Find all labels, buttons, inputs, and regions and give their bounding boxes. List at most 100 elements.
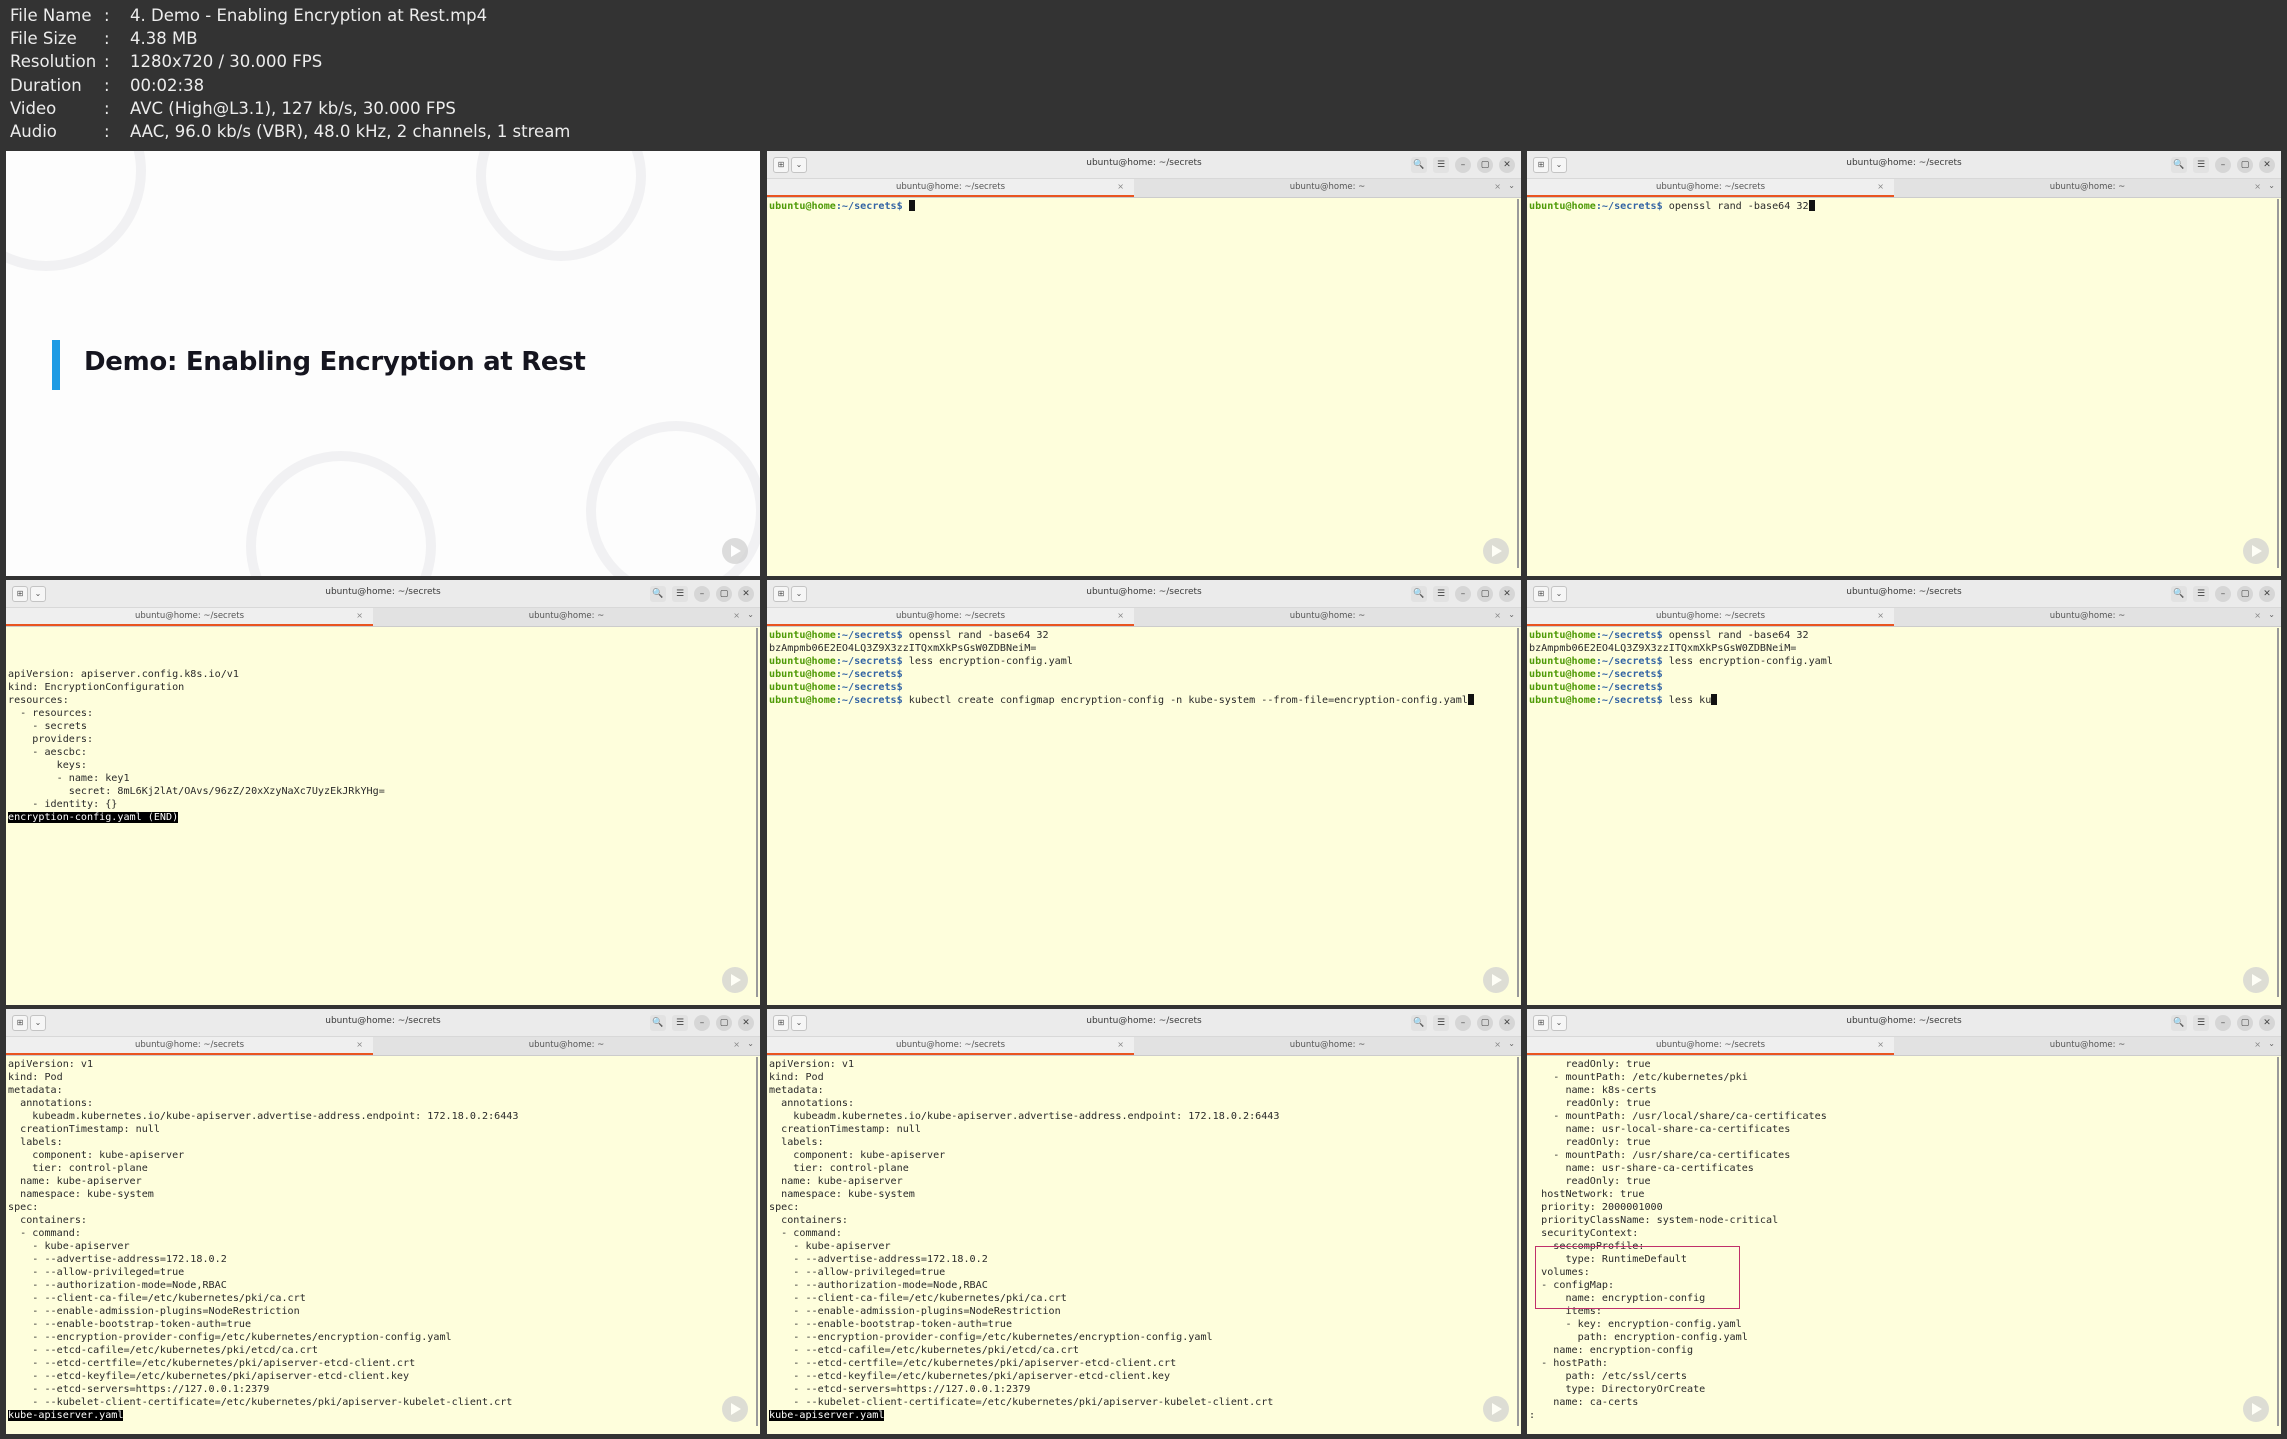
- tab-secrets[interactable]: ubuntu@home: ~/secrets ×: [1527, 608, 1894, 626]
- tab-close-icon[interactable]: ×: [1117, 608, 1124, 624]
- hamburger-menu-icon[interactable]: ☰: [2193, 586, 2209, 602]
- tab-home[interactable]: ubuntu@home: ~ ×: [1904, 608, 2271, 626]
- tabs-dropdown-icon[interactable]: ⌄: [747, 610, 754, 619]
- tab-close-icon[interactable]: ×: [356, 608, 363, 624]
- tab-close-icon[interactable]: ×: [1117, 179, 1124, 195]
- scrollbar[interactable]: [756, 1057, 758, 1426]
- terminal-output[interactable]: apiVersion: apiserver.config.k8s.io/v1 ki…: [6, 628, 750, 1005]
- tab-close-icon[interactable]: ×: [1494, 179, 1501, 195]
- tab-secrets[interactable]: ubuntu@home: ~/secrets ×: [1527, 1037, 1894, 1055]
- close-icon[interactable]: ✕: [2259, 157, 2275, 173]
- search-icon[interactable]: 🔍: [1411, 157, 1427, 173]
- tabs-dropdown-icon[interactable]: ⌄: [1508, 181, 1515, 190]
- scrollbar[interactable]: [756, 628, 758, 997]
- search-icon[interactable]: 🔍: [1411, 1015, 1427, 1031]
- tab-home[interactable]: ubuntu@home: ~ ×: [1144, 179, 1511, 197]
- search-icon[interactable]: 🔍: [650, 586, 666, 602]
- hamburger-menu-icon[interactable]: ☰: [672, 586, 688, 602]
- search-icon[interactable]: 🔍: [650, 1015, 666, 1031]
- search-icon[interactable]: 🔍: [2171, 586, 2187, 602]
- tabs-dropdown-icon[interactable]: ⌄: [2268, 181, 2275, 190]
- scrollbar[interactable]: [1517, 628, 1519, 997]
- close-icon[interactable]: ✕: [1499, 1015, 1515, 1031]
- tab-close-icon[interactable]: ×: [1877, 1037, 1884, 1053]
- tab-close-icon[interactable]: ×: [733, 608, 740, 624]
- tabs-dropdown-icon[interactable]: ⌄: [1508, 1039, 1515, 1048]
- minimize-icon[interactable]: –: [2215, 1015, 2231, 1031]
- tab-secrets[interactable]: ubuntu@home: ~/secrets ×: [767, 179, 1134, 197]
- hamburger-menu-icon[interactable]: ☰: [2193, 157, 2209, 173]
- search-icon[interactable]: 🔍: [1411, 586, 1427, 602]
- terminal-output[interactable]: ubuntu@home:~/secrets$ openssl rand -bas…: [1527, 199, 2271, 576]
- tab-close-icon[interactable]: ×: [2254, 1037, 2261, 1053]
- line-text: secret: 8mL6Kj2lAt/OAvs/96zZ/20xXzyNaXc7…: [8, 786, 385, 797]
- tabs-dropdown-icon[interactable]: ⌄: [1508, 610, 1515, 619]
- maximize-icon[interactable]: ▢: [716, 1015, 732, 1031]
- tab-close-icon[interactable]: ×: [1494, 1037, 1501, 1053]
- maximize-icon[interactable]: ▢: [2237, 1015, 2253, 1031]
- terminal-window: ⊞ ⌄ ubuntu@home: ~/secrets 🔍 ☰ – ▢ ✕ ubuntu@home…: [767, 1009, 1521, 1434]
- hamburger-menu-icon[interactable]: ☰: [1433, 1015, 1449, 1031]
- scrollbar[interactable]: [2277, 628, 2279, 997]
- minimize-icon[interactable]: –: [1455, 586, 1471, 602]
- close-icon[interactable]: ✕: [1499, 586, 1515, 602]
- minimize-icon[interactable]: –: [1455, 157, 1471, 173]
- tab-home[interactable]: ubuntu@home: ~ ×: [1904, 179, 2271, 197]
- tab-close-icon[interactable]: ×: [733, 1037, 740, 1053]
- search-icon[interactable]: 🔍: [2171, 1015, 2187, 1031]
- tab-close-icon[interactable]: ×: [1117, 1037, 1124, 1053]
- scrollbar[interactable]: [1517, 1057, 1519, 1426]
- terminal-output[interactable]: ubuntu@home:~/secrets$: [767, 199, 1511, 576]
- maximize-icon[interactable]: ▢: [2237, 586, 2253, 602]
- minimize-icon[interactable]: –: [1455, 1015, 1471, 1031]
- maximize-icon[interactable]: ▢: [716, 586, 732, 602]
- scrollbar[interactable]: [2277, 1057, 2279, 1426]
- close-icon[interactable]: ✕: [2259, 586, 2275, 602]
- tab-secrets[interactable]: ubuntu@home: ~/secrets ×: [1527, 179, 1894, 197]
- minimize-icon[interactable]: –: [694, 1015, 710, 1031]
- tab-home[interactable]: ubuntu@home: ~ ×: [1144, 1037, 1511, 1055]
- maximize-icon[interactable]: ▢: [1477, 1015, 1493, 1031]
- line-text: metadata:: [769, 1085, 824, 1096]
- tabs-dropdown-icon[interactable]: ⌄: [2268, 610, 2275, 619]
- close-icon[interactable]: ✕: [1499, 157, 1515, 173]
- hamburger-menu-icon[interactable]: ☰: [1433, 586, 1449, 602]
- minimize-icon[interactable]: –: [2215, 157, 2231, 173]
- close-icon[interactable]: ✕: [2259, 1015, 2275, 1031]
- search-icon[interactable]: 🔍: [2171, 157, 2187, 173]
- terminal-output[interactable]: apiVersion: v1 kind: Pod metadata: annotat…: [767, 1057, 1511, 1434]
- tab-secrets[interactable]: ubuntu@home: ~/secrets ×: [767, 1037, 1134, 1055]
- tab-label: ubuntu@home: ~: [1289, 182, 1366, 192]
- tab-secrets[interactable]: ubuntu@home: ~/secrets ×: [6, 1037, 373, 1055]
- line-text: - --etcd-cafile=/etc/kubernetes/pki/etcd…: [769, 1345, 1079, 1356]
- minimize-icon[interactable]: –: [694, 586, 710, 602]
- tab-close-icon[interactable]: ×: [1877, 179, 1884, 195]
- scrollbar[interactable]: [2277, 199, 2279, 568]
- hamburger-menu-icon[interactable]: ☰: [672, 1015, 688, 1031]
- tab-home[interactable]: ubuntu@home: ~ ×: [383, 1037, 750, 1055]
- tab-secrets[interactable]: ubuntu@home: ~/secrets ×: [6, 608, 373, 626]
- tab-close-icon[interactable]: ×: [1877, 608, 1884, 624]
- terminal-output[interactable]: ubuntu@home:~/secrets$ openssl rand -bas…: [1527, 628, 2271, 1005]
- tab-home[interactable]: ubuntu@home: ~ ×: [383, 608, 750, 626]
- tab-close-icon[interactable]: ×: [2254, 179, 2261, 195]
- tab-home[interactable]: ubuntu@home: ~ ×: [1144, 608, 1511, 626]
- scrollbar[interactable]: [1517, 199, 1519, 568]
- maximize-icon[interactable]: ▢: [1477, 157, 1493, 173]
- tab-close-icon[interactable]: ×: [356, 1037, 363, 1053]
- minimize-icon[interactable]: –: [2215, 586, 2231, 602]
- tab-close-icon[interactable]: ×: [2254, 608, 2261, 624]
- tab-home[interactable]: ubuntu@home: ~ ×: [1904, 1037, 2271, 1055]
- tab-close-icon[interactable]: ×: [1494, 608, 1501, 624]
- maximize-icon[interactable]: ▢: [2237, 157, 2253, 173]
- hamburger-menu-icon[interactable]: ☰: [1433, 157, 1449, 173]
- tabs-dropdown-icon[interactable]: ⌄: [747, 1039, 754, 1048]
- terminal-output[interactable]: apiVersion: v1 kind: Pod metadata: annotat…: [6, 1057, 750, 1434]
- close-icon[interactable]: ✕: [738, 586, 754, 602]
- hamburger-menu-icon[interactable]: ☰: [2193, 1015, 2209, 1031]
- terminal-output[interactable]: ubuntu@home:~/secrets$ openssl rand -bas…: [767, 628, 1511, 1005]
- maximize-icon[interactable]: ▢: [1477, 586, 1493, 602]
- close-icon[interactable]: ✕: [738, 1015, 754, 1031]
- tabs-dropdown-icon[interactable]: ⌄: [2268, 1039, 2275, 1048]
- tab-secrets[interactable]: ubuntu@home: ~/secrets ×: [767, 608, 1134, 626]
